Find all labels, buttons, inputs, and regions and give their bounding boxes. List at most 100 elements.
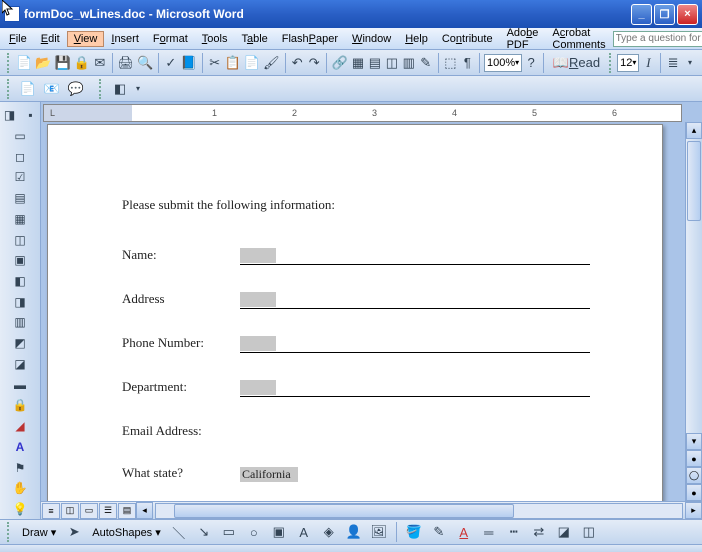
lt-btn-4[interactable]: ▤ <box>10 188 30 208</box>
email-button[interactable]: ✉ <box>92 52 108 74</box>
toolbar-grip-2[interactable] <box>609 53 613 73</box>
field-input-line[interactable] <box>240 247 590 265</box>
browse-select-button[interactable]: ◯ <box>686 467 702 484</box>
toolbar-grip-4[interactable] <box>99 79 104 99</box>
hscroll-thumb[interactable] <box>174 504 514 518</box>
tables-borders-button[interactable]: ▦ <box>350 52 366 74</box>
insert-table-button[interactable]: ▤ <box>367 52 383 74</box>
lt-btn-shade[interactable]: ◢ <box>10 416 30 436</box>
lt-btn-a[interactable]: A <box>10 437 30 457</box>
lt-btn-lock[interactable]: 🔒 <box>10 396 30 416</box>
lt-btn-2[interactable]: ◻ <box>10 147 30 167</box>
lt-btn-1[interactable]: ▭ <box>10 126 30 146</box>
arrow-button[interactable]: ↘ <box>193 521 215 543</box>
permission-button[interactable]: 🔒 <box>73 52 91 74</box>
form-field-box[interactable] <box>240 380 276 395</box>
help-search-input[interactable] <box>613 31 702 47</box>
field-input-line[interactable] <box>240 291 590 309</box>
hscroll-left-button[interactable]: ◂ <box>136 502 153 519</box>
drawing-button[interactable]: ✎ <box>418 52 434 74</box>
lt-btn-flag[interactable]: ⚑ <box>10 458 30 478</box>
field-input-line[interactable] <box>240 335 590 353</box>
font-size-combo[interactable]: 12▾ <box>617 54 639 72</box>
form-field-box[interactable] <box>240 248 276 263</box>
contribute-dropdown-icon[interactable]: ▾ <box>133 78 143 100</box>
new-doc-button[interactable]: 📄 <box>15 52 33 74</box>
lt-btn-11[interactable]: ◩ <box>10 333 30 353</box>
menu-view[interactable]: View <box>67 31 105 47</box>
3d-button[interactable]: ◫ <box>578 521 600 543</box>
lt-btn-7[interactable]: ▣ <box>10 250 30 270</box>
contribute-button[interactable]: ◧ <box>109 78 131 100</box>
vruler-toggle[interactable]: ◨ <box>0 105 20 125</box>
cut-button[interactable]: ✂ <box>207 52 223 74</box>
minimize-button[interactable]: _ <box>631 4 652 25</box>
zoom-combo[interactable]: 100%▾ <box>484 54 522 72</box>
autoshapes-menu[interactable]: AutoShapes ▾ <box>88 524 165 541</box>
redo-button[interactable]: ↷ <box>306 52 322 74</box>
dash-style-button[interactable]: ┅ <box>503 521 525 543</box>
hyperlink-button[interactable]: 🔗 <box>331 52 349 74</box>
menu-tools[interactable]: Tools <box>195 31 235 47</box>
lt-btn-9[interactable]: ◨ <box>10 292 30 312</box>
lt-btn-lamp[interactable]: 💡 <box>10 499 30 519</box>
font-color-button[interactable]: A <box>453 521 475 543</box>
vruler-toggle-2[interactable]: ▪ <box>21 105 41 125</box>
picture-button[interactable]: 🖼 <box>368 521 390 543</box>
menu-file[interactable]: File <box>2 31 34 47</box>
lt-btn-8[interactable]: ◧ <box>10 271 30 291</box>
web-view-button[interactable]: ◫ <box>61 503 79 519</box>
pdf-button-2[interactable]: 📧 <box>41 78 63 100</box>
menu-adobe-pdf[interactable]: Adobe PDF <box>500 25 546 53</box>
shadow-button[interactable]: ◪ <box>553 521 575 543</box>
toolbar-grip-5[interactable] <box>7 522 12 542</box>
open-button[interactable]: 📂 <box>34 52 52 74</box>
italic-button[interactable]: I <box>640 52 656 74</box>
hscroll-track[interactable] <box>155 503 683 519</box>
browse-next-button[interactable]: ● <box>686 484 702 501</box>
line-button[interactable]: ＼ <box>168 521 190 543</box>
menu-table[interactable]: Table <box>234 31 274 47</box>
zoom-help-button[interactable]: ? <box>523 52 539 74</box>
print-preview-button[interactable]: 🔍 <box>136 52 154 74</box>
hscroll-right-button[interactable]: ▸ <box>685 502 702 519</box>
print-button[interactable]: 🖨 <box>116 52 135 74</box>
lt-btn-3[interactable]: ☑ <box>10 167 30 187</box>
outline-view-button[interactable]: ☰ <box>99 503 117 519</box>
pdf-button-3[interactable]: 💬 <box>65 78 87 100</box>
reading-view-button[interactable]: ▤ <box>118 503 136 519</box>
scroll-thumb[interactable] <box>687 141 701 221</box>
arrow-style-button[interactable]: ⇄ <box>528 521 550 543</box>
normal-view-button[interactable]: ≡ <box>42 503 60 519</box>
menu-insert[interactable]: Insert <box>104 31 146 47</box>
menu-flashpaper[interactable]: FlashPaper <box>275 31 345 47</box>
scroll-track[interactable] <box>686 139 702 433</box>
lt-btn-10[interactable]: ▥ <box>10 313 30 333</box>
excel-button[interactable]: ◫ <box>384 52 400 74</box>
menu-format[interactable]: Format <box>146 31 195 47</box>
oval-button[interactable]: ○ <box>243 521 265 543</box>
spelling-button[interactable]: ✓ <box>163 52 179 74</box>
rectangle-button[interactable]: ▭ <box>218 521 240 543</box>
line-color-button[interactable]: ✎ <box>428 521 450 543</box>
lt-btn-hand[interactable]: ✋ <box>10 478 30 498</box>
wordart-button[interactable]: A <box>293 521 315 543</box>
document-page[interactable]: Please submit the following information:… <box>47 124 663 501</box>
menu-acrobat-comments[interactable]: Acrobat Comments <box>545 25 612 53</box>
lt-btn-6[interactable]: ◫ <box>10 230 30 250</box>
toolbar-grip-3[interactable] <box>7 79 12 99</box>
horizontal-ruler[interactable]: L 1 2 3 4 5 6 <box>43 104 682 122</box>
pdf-button-1[interactable]: 📄 <box>17 78 39 100</box>
save-button[interactable]: 💾 <box>53 52 71 74</box>
lt-btn-5[interactable]: ▦ <box>10 209 30 229</box>
form-field-box[interactable]: California <box>240 467 298 482</box>
textbox-button[interactable]: ▣ <box>268 521 290 543</box>
close-button[interactable]: × <box>677 4 698 25</box>
columns-button[interactable]: ▥ <box>401 52 417 74</box>
read-button[interactable]: 📖 RReadead <box>548 52 605 74</box>
clipart-button[interactable]: 👤 <box>343 521 365 543</box>
field-input-area[interactable]: California <box>240 465 590 483</box>
menu-help[interactable]: Help <box>398 31 435 47</box>
field-input-line[interactable] <box>240 379 590 397</box>
bullets-button[interactable]: ≣ <box>665 52 681 74</box>
